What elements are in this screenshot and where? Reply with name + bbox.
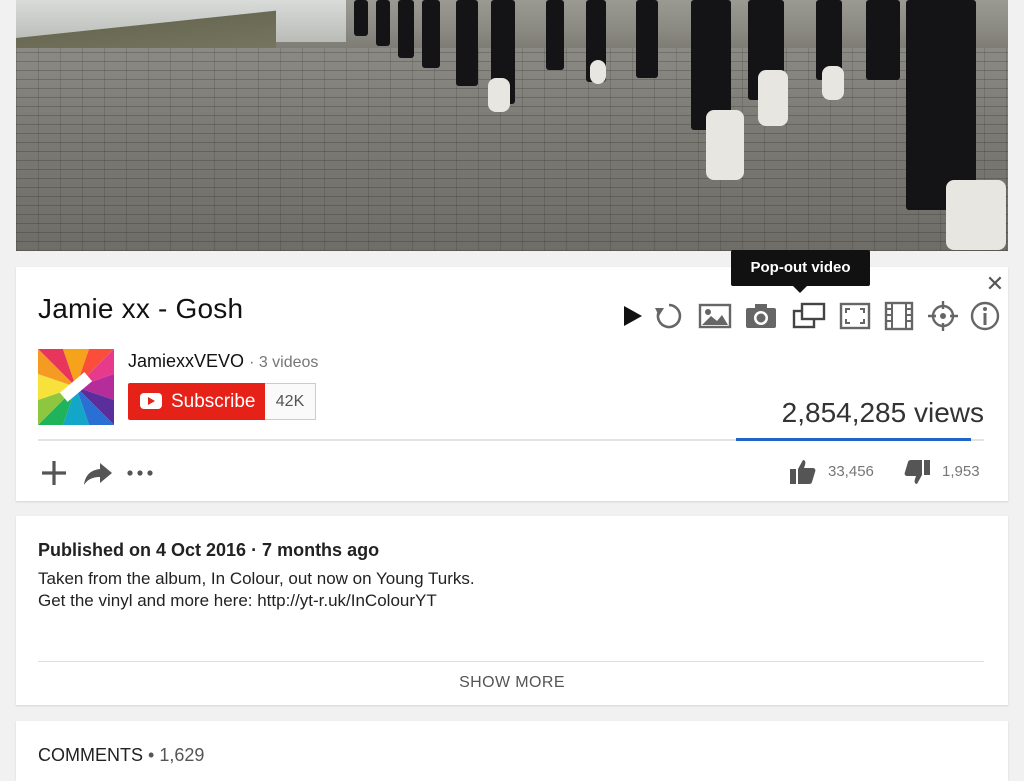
share-icon[interactable] bbox=[82, 457, 114, 489]
add-to-icon[interactable] bbox=[38, 457, 70, 489]
play-icon[interactable] bbox=[616, 299, 650, 333]
youtube-play-icon bbox=[140, 393, 162, 409]
view-count: 2,854,285 views bbox=[781, 397, 984, 428]
replay-icon[interactable] bbox=[652, 299, 686, 333]
video-info-card: ✕ Jamie xx - Gosh JamiexxVEVO · 3 videos… bbox=[16, 267, 1008, 501]
channel-info: JamiexxVEVO · 3 videos bbox=[128, 351, 318, 372]
channel-avatar[interactable] bbox=[38, 349, 114, 425]
description-divider bbox=[38, 661, 984, 662]
crosshair-icon[interactable] bbox=[926, 299, 960, 333]
channel-name[interactable]: JamiexxVEVO bbox=[128, 351, 244, 371]
popout-tooltip: Pop-out video bbox=[731, 250, 870, 293]
film-icon[interactable] bbox=[882, 299, 916, 333]
video-title: Jamie xx - Gosh bbox=[38, 293, 244, 324]
published-date: Published on 4 Oct 2016 · 7 months ago bbox=[38, 540, 380, 560]
info-icon[interactable] bbox=[968, 299, 1002, 333]
description-link-line[interactable]: Get the vinyl and more here: http://yt-r… bbox=[38, 590, 475, 612]
popout-icon[interactable] bbox=[792, 299, 826, 333]
close-button[interactable]: ✕ bbox=[983, 272, 1007, 296]
fullscreen-icon[interactable] bbox=[838, 299, 872, 333]
camera-icon[interactable] bbox=[744, 299, 778, 333]
dislike-count: 1,953 bbox=[942, 463, 980, 480]
video-player[interactable] bbox=[16, 0, 1008, 251]
show-more-button[interactable]: SHOW MORE bbox=[16, 674, 1008, 692]
description-line: Taken from the album, In Colour, out now… bbox=[38, 569, 475, 588]
subscribe-label: Subscribe bbox=[171, 391, 256, 412]
description-text: Taken from the album, In Colour, out now… bbox=[38, 568, 475, 612]
image-icon[interactable] bbox=[698, 299, 732, 333]
sentiment-bar bbox=[736, 438, 971, 441]
subscribe-button[interactable]: Subscribe bbox=[128, 383, 265, 420]
channel-video-count[interactable]: · 3 videos bbox=[249, 354, 318, 371]
subscriber-count: 42K bbox=[265, 383, 316, 420]
thumbs-up-icon bbox=[790, 460, 816, 484]
thumbs-down-icon bbox=[904, 460, 930, 484]
like-count: 33,456 bbox=[828, 463, 874, 480]
comments-card: COMMENTS • 1,629 bbox=[16, 721, 1008, 781]
more-icon[interactable] bbox=[124, 457, 156, 489]
comments-count: • 1,629 bbox=[148, 745, 205, 765]
comments-label: COMMENTS bbox=[38, 745, 143, 765]
comments-header: COMMENTS • 1,629 bbox=[38, 745, 204, 766]
video-runners bbox=[346, 0, 1008, 251]
description-card: Published on 4 Oct 2016 · 7 months ago T… bbox=[16, 516, 1008, 705]
